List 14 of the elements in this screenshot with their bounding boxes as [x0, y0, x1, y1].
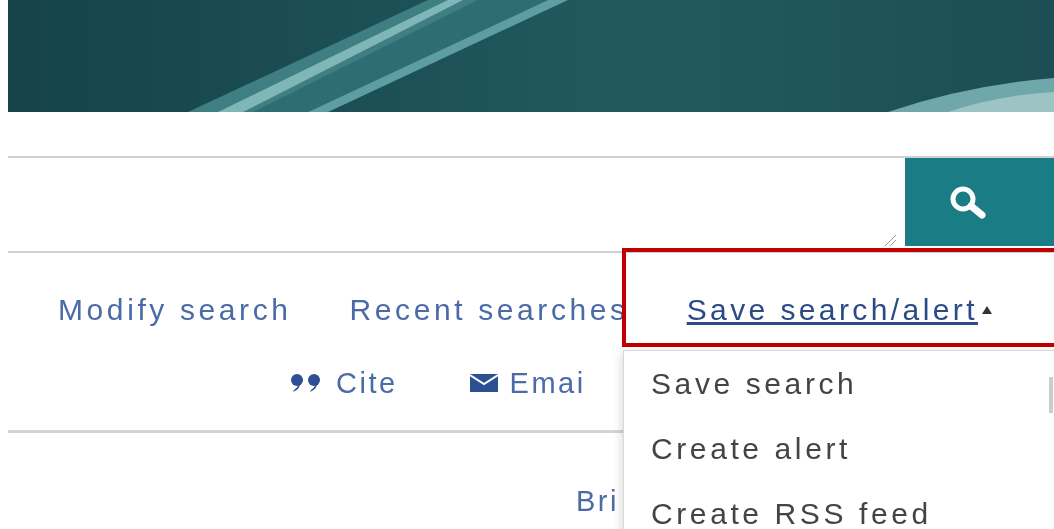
search-icon	[949, 185, 987, 219]
cite-link[interactable]: Cite	[290, 364, 398, 402]
email-link[interactable]: Emai	[469, 364, 586, 402]
menu-item[interactable]: Create alert	[624, 430, 1054, 495]
caret-up-icon	[981, 306, 992, 314]
resize-handle-icon[interactable]	[883, 233, 897, 247]
nav-link[interactable]: Recent searches	[349, 290, 629, 330]
search-button[interactable]	[905, 158, 1054, 246]
envelope-icon	[469, 374, 498, 392]
link-text[interactable]: Bri	[576, 482, 619, 520]
save-search-link[interactable]: Save search/alert	[686, 290, 992, 330]
menu-item[interactable]: Save search	[624, 365, 1054, 430]
nav-link[interactable]: Modify search	[58, 290, 292, 330]
menu-item[interactable]: Create RSS feed	[624, 495, 1054, 529]
